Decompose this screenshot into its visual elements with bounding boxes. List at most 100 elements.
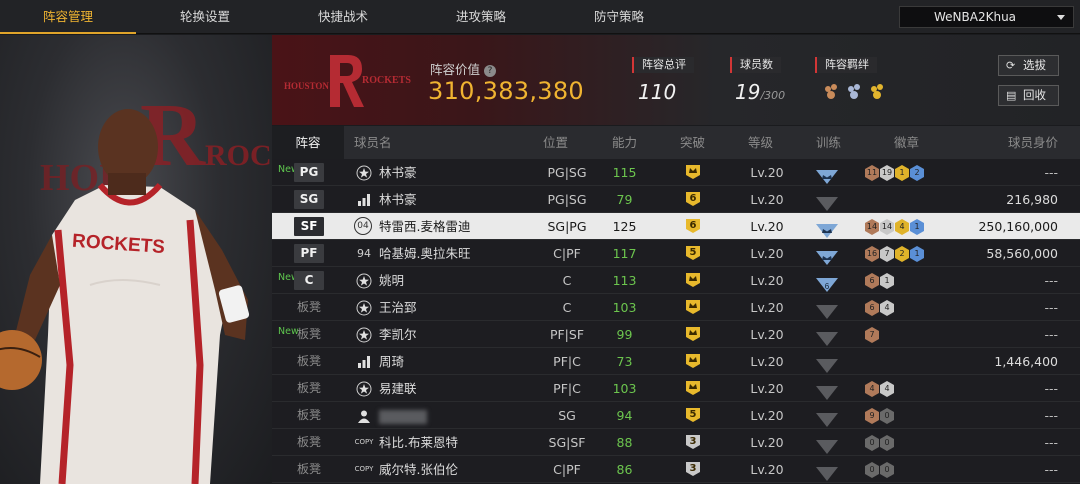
col-player-name[interactable]: 球员名 (354, 126, 392, 159)
training-icon[interactable] (816, 463, 838, 481)
player-name[interactable]: 周琦 (379, 348, 404, 375)
table-row[interactable]: New PG 林书豪 PG|SG 115 Lv.20 11 19 1 2 --- (272, 159, 1080, 186)
table-row[interactable]: SF 04 特雷西.麦格雷迪 SG|PG 125 6 Lv.20 14 14 4 1 250,160,… (272, 213, 1080, 240)
breakthrough-badge (685, 326, 701, 342)
select-button[interactable]: ⟳ 选拔 (998, 55, 1059, 76)
breakthrough-badge (685, 164, 701, 180)
player-name[interactable]: 科比.布莱恩特 (379, 429, 458, 456)
col-training[interactable]: 训练 (816, 126, 841, 159)
training-icon[interactable]: 6 (816, 274, 838, 292)
lineup-slot[interactable]: PG (294, 163, 324, 182)
select-button-label: 选拔 (1023, 58, 1046, 72)
training-icon[interactable] (816, 409, 838, 427)
tab-offense-strategy[interactable]: 进攻策略 (412, 0, 550, 34)
player-name[interactable]: 威尔特.张伯伦 (379, 456, 458, 483)
training-icon[interactable] (816, 382, 838, 400)
table-row[interactable]: 板凳 SG 94 5 Lv.20 9 0 --- (272, 402, 1080, 429)
player-position: C|PF (553, 246, 581, 261)
training-icon[interactable] (816, 436, 838, 454)
lineup-slot[interactable]: 板凳 (294, 460, 324, 479)
player-name[interactable]: 哈基姆.奥拉朱旺 (379, 240, 470, 267)
badge-hex-icon: 1 (910, 219, 924, 235)
lineup-slot[interactable]: 板凳 (294, 325, 324, 344)
player-position: C|PF (553, 462, 581, 477)
player-level: Lv.20 (750, 192, 784, 207)
training-icon[interactable] (816, 247, 838, 265)
badge-hex-icon: 7 (880, 246, 894, 262)
tab-defense-strategy[interactable]: 防守策略 (550, 0, 688, 34)
player-name[interactable]: 林书豪 (379, 159, 417, 186)
training-icon[interactable] (816, 301, 838, 319)
recycle-button[interactable]: ▤ 回收 (998, 85, 1059, 106)
training-icon[interactable] (816, 355, 838, 373)
help-icon[interactable]: ? (484, 65, 497, 77)
player-position: C (562, 300, 572, 315)
player-name[interactable]: 林书豪 (379, 186, 417, 213)
lineup-slot[interactable]: 板凳 (294, 379, 324, 398)
bars-icon (354, 348, 374, 375)
lineup-slot[interactable]: SF (294, 217, 324, 236)
lineup-value: 310,383,380 (428, 77, 584, 105)
player-value: 250,160,000 (978, 219, 1058, 234)
lineup-slot[interactable]: 板凳 (294, 406, 324, 425)
lineup-slot[interactable]: 板凳 (294, 433, 324, 452)
table-row[interactable]: PF 94 哈基姆.奥拉朱旺 C|PF 117 5 Lv.20 16 7 2 1 58,560,000 (272, 240, 1080, 267)
training-icon[interactable] (816, 328, 838, 346)
player-ability: 113 (612, 273, 637, 288)
lineup-slot[interactable]: SG (294, 190, 324, 209)
player-value: --- (1044, 462, 1058, 477)
table-row[interactable]: 板凳 COPY 威尔特.张伯伦 C|PF 86 3 Lv.20 0 0 --- (272, 456, 1080, 483)
team-logo: HOUSTON ROCKETS (282, 43, 417, 119)
bond-silver-icon (848, 84, 860, 99)
account-dropdown[interactable]: WeNBA2Khua (899, 6, 1074, 28)
breakthrough-badge: 6 (685, 191, 701, 207)
col-position[interactable]: 位置 (543, 126, 568, 159)
player-ability: 99 (616, 327, 633, 342)
player-ability: 125 (612, 219, 637, 234)
player-value: --- (1044, 327, 1058, 342)
player-name[interactable]: 李凯尔 (379, 321, 417, 348)
tab-quick-tactics[interactable]: 快捷战术 (274, 0, 412, 34)
col-breakthrough[interactable]: 突破 (680, 126, 705, 159)
art-bg-logo-text: ROCK (205, 139, 272, 172)
table-row[interactable]: 板凳 COPY 科比.布莱恩特 SG|SF 88 3 Lv.20 0 0 --- (272, 429, 1080, 456)
player-name-blurred[interactable] (379, 402, 427, 429)
table-row[interactable]: 板凳 易建联 PF|C 103 Lv.20 4 4 --- (272, 375, 1080, 402)
table-row[interactable]: New C 姚明 C 113 Lv.20 6 6 1 --- (272, 267, 1080, 294)
breakthrough-value: 3 (689, 463, 697, 474)
player-count-max: /300 (760, 89, 786, 102)
player-name[interactable]: 姚明 (379, 267, 404, 294)
player-name[interactable]: 易建联 (379, 375, 417, 402)
col-ability[interactable]: 能力 (612, 126, 637, 159)
lineup-slot[interactable]: 板凳 (294, 298, 324, 317)
breakthrough-badge (685, 380, 701, 396)
badge-hex-icon: 6 (865, 300, 879, 316)
tab-rotation-settings[interactable]: 轮换设置 (136, 0, 274, 34)
table-row[interactable]: 板凳 王治郅 C 103 Lv.20 6 4 --- (272, 294, 1080, 321)
player-name[interactable]: 特雷西.麦格雷迪 (379, 213, 470, 240)
lineup-slot[interactable]: C (294, 271, 324, 290)
badge-hex-icon: 0 (865, 462, 879, 478)
table-row[interactable]: New 板凳 李凯尔 PF|SF 99 Lv.20 7 --- (272, 321, 1080, 348)
col-level[interactable]: 等级 (748, 126, 773, 159)
player-ability: 94 (616, 408, 633, 423)
table-row[interactable]: 板凳 周琦 PF|C 73 Lv.20 1,446,400 (272, 348, 1080, 375)
refresh-icon: ⟳ (1006, 59, 1016, 72)
col-player-value[interactable]: 球员身价 (1008, 126, 1058, 159)
bond-icons[interactable] (822, 81, 892, 103)
training-icon[interactable] (816, 220, 838, 238)
table-row[interactable]: SG 林书豪 PG|SG 79 6 Lv.20 216,980 (272, 186, 1080, 213)
badge-hex-icon: 1 (910, 246, 924, 262)
badge-hex-icon: 4 (865, 381, 879, 397)
training-icon[interactable] (816, 193, 838, 211)
player-name[interactable]: 王治郅 (379, 294, 417, 321)
lineup-slot[interactable]: PF (294, 244, 324, 263)
col-lineup[interactable]: 阵容 (272, 126, 344, 159)
training-icon[interactable] (816, 166, 838, 184)
chevron-down-icon (1057, 15, 1065, 20)
recycle-button-label: 回收 (1023, 88, 1046, 102)
lineup-slot[interactable]: 板凳 (294, 352, 324, 371)
top-nav: 阵容管理 轮换设置 快捷战术 进攻策略 防守策略 WeNBA2Khua (0, 0, 1080, 34)
tab-lineup-management[interactable]: 阵容管理 (0, 0, 136, 34)
col-badges[interactable]: 徽章 (894, 126, 919, 159)
